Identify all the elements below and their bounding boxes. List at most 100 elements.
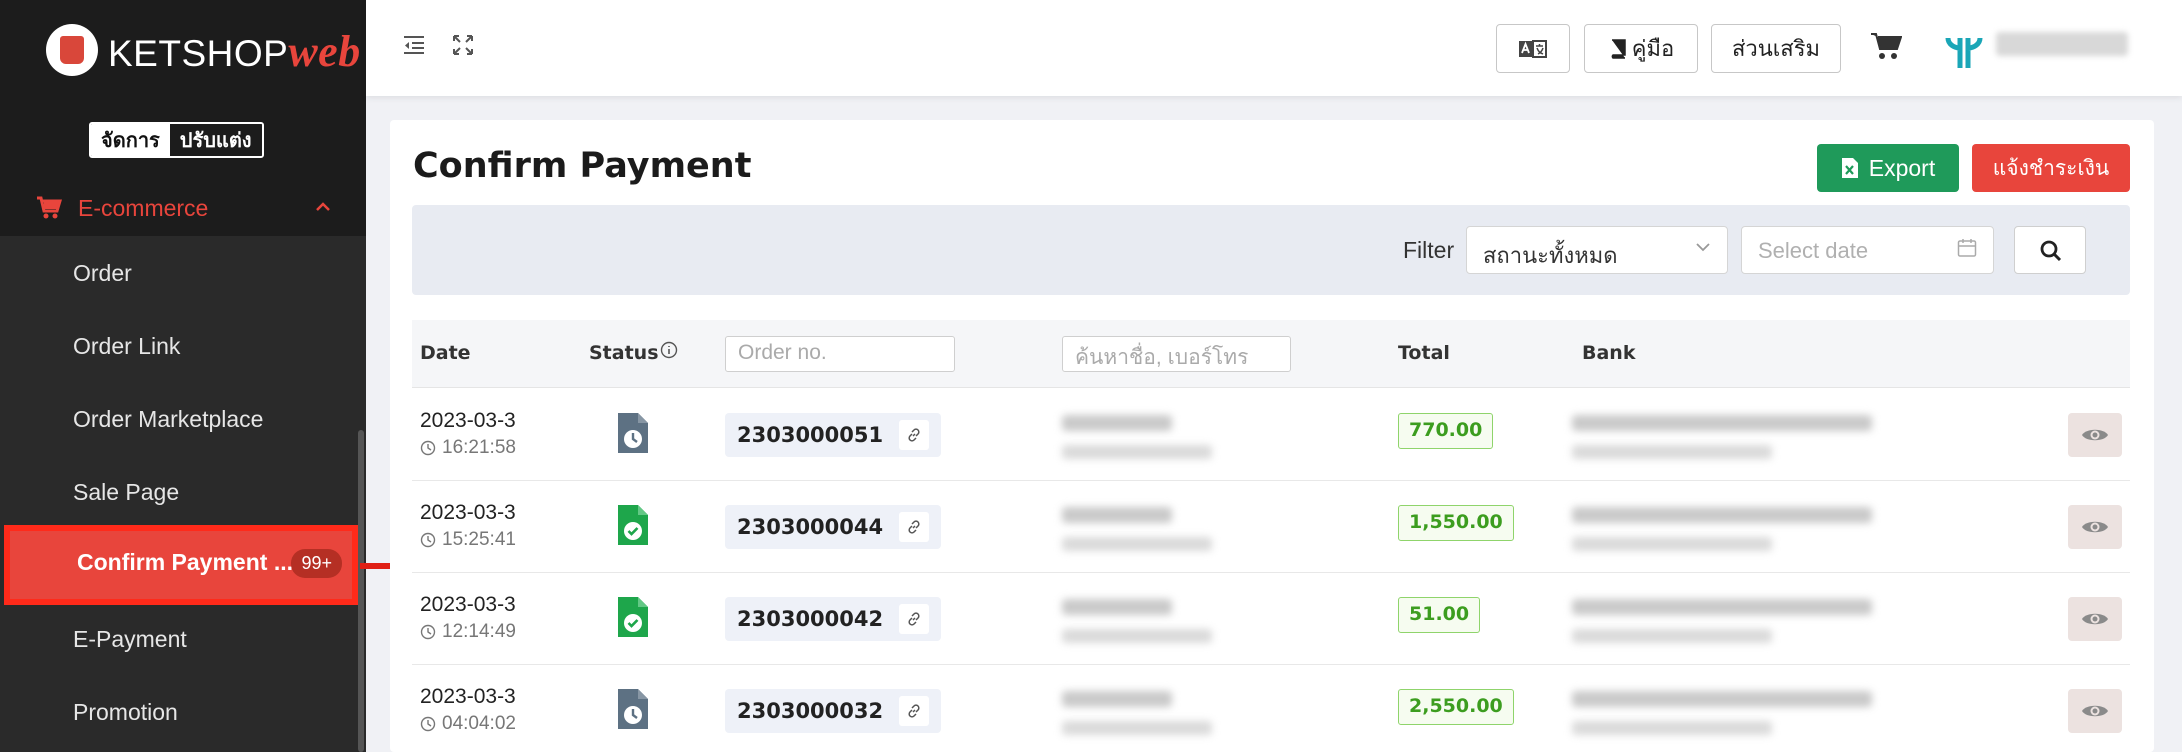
sidebar-item-label: Order (73, 260, 132, 286)
order-number-chip[interactable]: 2303000042 (725, 597, 942, 641)
user-avatar[interactable] (1944, 30, 1984, 70)
export-label: Export (1868, 154, 1936, 181)
order-no-search-input[interactable]: Order no. (725, 336, 955, 372)
info-icon[interactable] (660, 341, 678, 359)
row-time-value: 16:21:58 (442, 437, 516, 458)
total-badge: 1,550.00 (1398, 505, 1514, 541)
mode-customize-button[interactable]: ปรับแต่ง (169, 124, 262, 156)
status-filter-select[interactable]: สถานะทั้งหมด (1466, 226, 1728, 274)
manual-button[interactable]: คู่มือ (1584, 24, 1698, 73)
bank-date-redacted (1572, 721, 1772, 735)
sidebar-section-ecommerce[interactable]: E-commerce (0, 180, 366, 236)
mode-toggle: จัดการ ปรับแต่ง (89, 122, 264, 158)
chevron-down-icon (1696, 243, 1710, 252)
row-time-value: 04:04:02 (442, 713, 516, 734)
sidebar-scrollbar[interactable] (358, 430, 364, 752)
table-row[interactable]: 2023-03-3 16:21:58 2303000051 770.00 (412, 389, 2130, 481)
sidebar-item-label: Confirm Payment ... (77, 549, 293, 575)
status-filter-value: สถานะทั้งหมด (1483, 243, 1618, 268)
view-button[interactable] (2068, 689, 2122, 733)
view-button[interactable] (2068, 505, 2122, 549)
cart-icon (37, 196, 62, 219)
table-row[interactable]: 2023-03-3 04:04:02 2303000032 2,550.00 (412, 665, 2130, 752)
clock-icon (420, 624, 436, 640)
view-button[interactable] (2068, 413, 2122, 457)
confirmed-status-icon (618, 505, 648, 545)
order-number: 2303000051 (737, 423, 884, 447)
calendar-icon (1957, 239, 1977, 257)
bank-date-redacted (1572, 629, 1772, 643)
order-number-chip[interactable]: 2303000051 (725, 413, 942, 457)
view-button[interactable] (2068, 597, 2122, 641)
sidebar: KETSHOPweb จัดการ ปรับแต่ง E-commerce Or… (0, 0, 366, 752)
clock-icon (420, 440, 436, 456)
bank-date-redacted (1572, 537, 1772, 551)
order-number: 2303000032 (737, 699, 884, 723)
row-date: 2023-03-3 (420, 501, 516, 524)
pending-status-icon (618, 689, 648, 729)
addons-label: ส่วนเสริม (1731, 36, 1821, 61)
sidebar-item-label: Promotion (73, 699, 178, 725)
sidebar-item-sale-page[interactable]: Sale Page (0, 455, 358, 528)
header-status: Status (589, 342, 659, 364)
search-button[interactable] (2014, 226, 2086, 274)
translate-icon (1519, 39, 1547, 58)
sidebar-item-e-payment[interactable]: E-Payment (0, 602, 358, 675)
header-date: Date (420, 342, 471, 364)
link-icon[interactable] (899, 604, 930, 634)
cart-icon[interactable] (1870, 32, 1902, 60)
table-row[interactable]: 2023-03-3 15:25:41 2303000044 1,550.00 (412, 481, 2130, 573)
order-number: 2303000042 (737, 607, 884, 631)
sidebar-item-label: E-Payment (73, 626, 187, 652)
sidebar-section-label: E-commerce (78, 195, 209, 221)
page-title: Confirm Payment (413, 146, 752, 186)
total-badge: 770.00 (1398, 413, 1494, 449)
sidebar-item-order[interactable]: Order (0, 236, 358, 309)
link-icon[interactable] (899, 696, 930, 726)
addons-button[interactable]: ส่วนเสริม (1711, 24, 1841, 73)
user-name[interactable] (1996, 32, 2128, 56)
date-placeholder: Select date (1758, 238, 1869, 263)
sidebar-item-confirm-payment[interactable]: Confirm Payment ... 99+ (4, 525, 358, 605)
brand-logo[interactable]: KETSHOPweb (108, 26, 361, 77)
brand-name: KETSHOP (108, 33, 289, 74)
export-button[interactable]: Export (1817, 144, 1959, 192)
confirmed-status-icon (618, 597, 648, 637)
eye-icon (2082, 521, 2108, 533)
collapse-menu-icon[interactable] (402, 34, 426, 56)
date-picker-input[interactable]: Select date (1741, 226, 1994, 274)
sidebar-item-promotion[interactable]: Promotion (0, 675, 358, 748)
clock-icon (420, 532, 436, 548)
total-badge: 51.00 (1398, 597, 1481, 633)
row-date: 2023-03-3 (420, 685, 516, 708)
order-number-chip[interactable]: 2303000032 (725, 689, 942, 733)
link-icon[interactable] (899, 512, 930, 542)
logo-area: KETSHOPweb จัดการ ปรับแต่ง (0, 0, 366, 180)
pending-status-icon (618, 413, 648, 453)
bank-account-redacted (1572, 691, 1872, 707)
sidebar-item-label: Sale Page (73, 479, 180, 505)
customer-name-redacted (1062, 599, 1172, 615)
notify-payment-button[interactable]: แจ้งชำระเงิน (1972, 144, 2130, 192)
bank-account-redacted (1572, 507, 1872, 523)
notification-badge: 99+ (291, 549, 342, 578)
topbar (366, 0, 2182, 96)
customer-name-redacted (1062, 691, 1172, 707)
fullscreen-icon[interactable] (452, 34, 474, 56)
sidebar-item-order-link[interactable]: Order Link (0, 309, 358, 382)
link-icon[interactable] (899, 420, 930, 450)
customer-phone-redacted (1062, 629, 1212, 643)
eye-icon (2082, 613, 2108, 625)
eye-icon (2082, 429, 2108, 441)
row-date: 2023-03-3 (420, 593, 516, 616)
manual-label: คู่มือ (1631, 36, 1675, 61)
table-row[interactable]: 2023-03-3 12:14:49 2303000042 51.00 (412, 573, 2130, 665)
order-number-chip[interactable]: 2303000044 (725, 505, 942, 549)
sidebar-item-order-marketplace[interactable]: Order Marketplace (0, 382, 358, 455)
header-total: Total (1398, 342, 1450, 364)
translate-button[interactable] (1496, 24, 1570, 73)
bank-date-redacted (1572, 445, 1772, 459)
mode-manage-button[interactable]: จัดการ (91, 124, 170, 156)
customer-search-input[interactable]: ค้นหาชื่อ, เบอร์โทร (1062, 336, 1291, 372)
row-time-value: 15:25:41 (442, 529, 516, 550)
